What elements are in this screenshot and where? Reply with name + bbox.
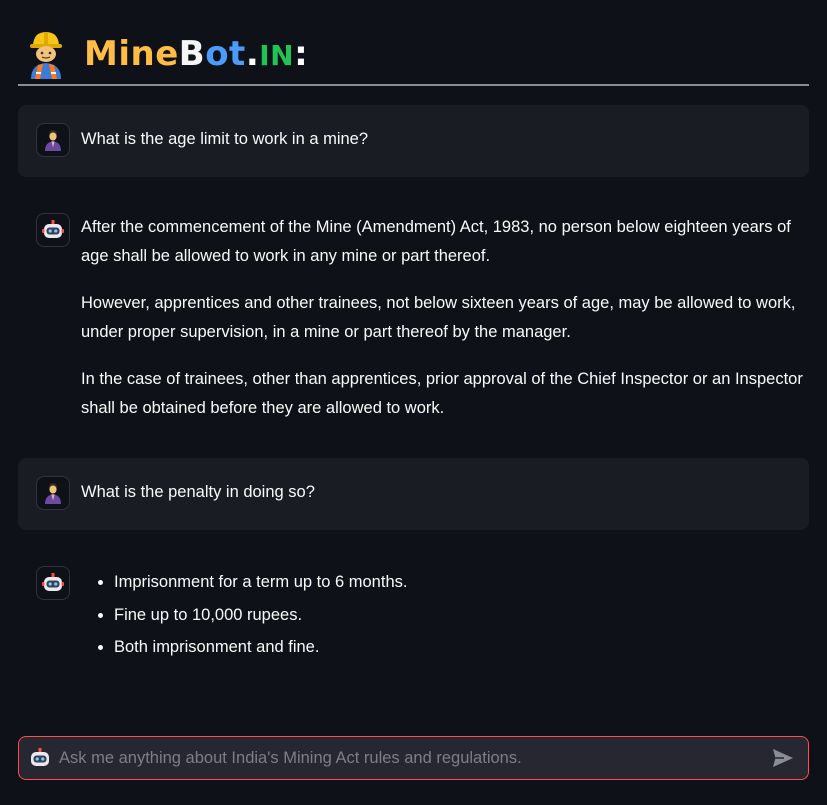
message-text: After the commencement of the Mine (Amen…	[81, 213, 809, 441]
robot-icon	[42, 573, 64, 591]
title-dot: .	[245, 34, 260, 74]
message-text: Imprisonment for a term up to 6 months. …	[81, 566, 809, 664]
construction-worker-icon	[30, 32, 62, 79]
message-text: What is the age limit to work in a mine?	[81, 130, 369, 148]
answer-paragraph: After the commencement of the Mine (Amen…	[81, 218, 791, 265]
person-in-suit-icon	[45, 130, 61, 151]
chat-message-assistant: Imprisonment for a term up to 6 months. …	[18, 548, 809, 678]
send-icon	[773, 749, 793, 767]
answer-paragraph: In the case of trainees, other than appr…	[81, 370, 803, 417]
person-in-suit-icon	[45, 483, 61, 504]
list-item: Both imprisonment and fine.	[114, 631, 809, 664]
chat-input[interactable]	[57, 747, 768, 769]
send-button[interactable]	[768, 743, 798, 773]
assistant-avatar	[36, 566, 70, 600]
chat-message-assistant: After the commencement of the Mine (Amen…	[18, 195, 809, 445]
title-colon: :	[294, 34, 309, 74]
chat-app: Mine Bot . IN : What is the age limit to…	[0, 0, 827, 805]
assistant-avatar	[36, 213, 70, 247]
list-item: Fine up to 10,000 rupees.	[114, 599, 809, 632]
chat-message-user: What is the age limit to work in a mine?	[18, 105, 809, 177]
user-avatar	[36, 123, 70, 157]
title-bot: Bot	[178, 34, 246, 74]
robot-icon	[31, 748, 49, 766]
robot-icon	[42, 220, 64, 238]
answer-paragraph: However, apprentices and other trainees,…	[81, 294, 796, 341]
page-header: Mine Bot . IN :	[18, 24, 809, 86]
title-in: IN	[259, 39, 295, 72]
app-title: Mine Bot . IN :	[84, 34, 308, 74]
answer-bullet-list: Imprisonment for a term up to 6 months. …	[81, 566, 809, 664]
user-avatar	[36, 476, 70, 510]
list-item: Imprisonment for a term up to 6 months.	[114, 566, 809, 599]
title-mine: Mine	[84, 34, 179, 74]
chat-message-user: What is the penalty in doing so?	[18, 458, 809, 530]
chat-input-container[interactable]	[18, 736, 809, 780]
message-text: What is the penalty in doing so?	[81, 483, 315, 501]
